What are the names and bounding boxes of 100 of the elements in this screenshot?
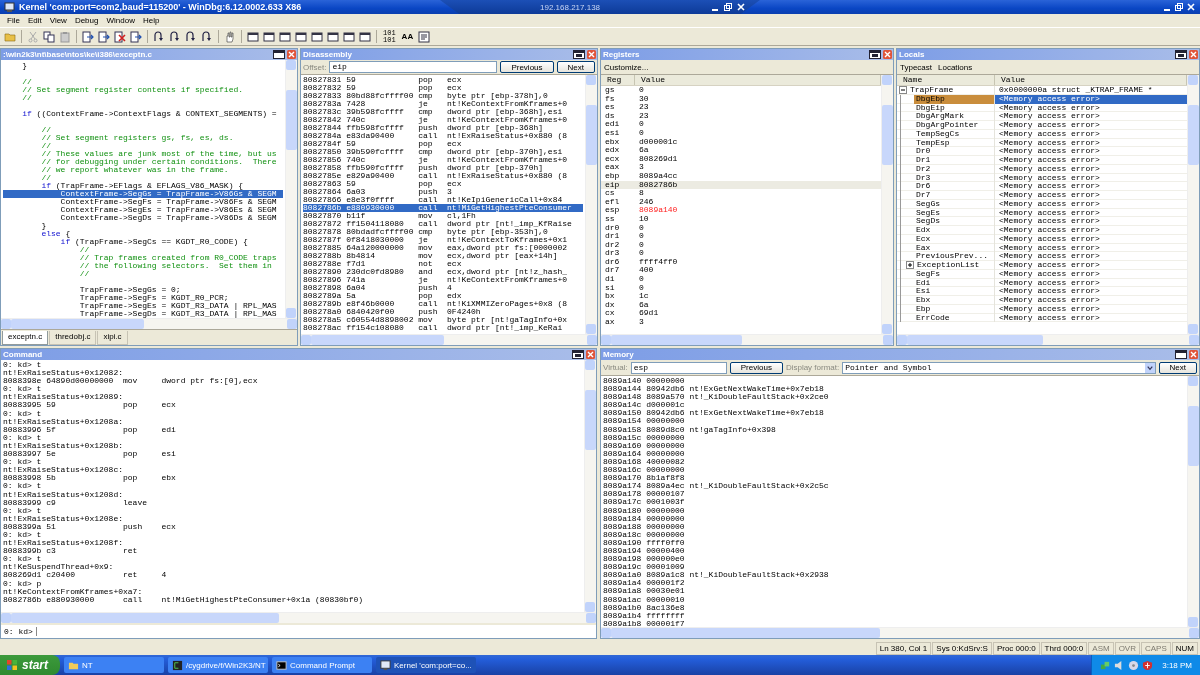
close-icon[interactable]	[736, 2, 746, 12]
variable-name[interactable]: Dr0	[914, 147, 933, 156]
curved-arrow-icon[interactable]	[152, 29, 166, 44]
start-button[interactable]: start	[0, 655, 60, 675]
vertical-scrollbar[interactable]	[881, 75, 893, 334]
previous-button[interactable]: Previous	[729, 361, 783, 374]
previous-button[interactable]: Previous	[500, 61, 554, 73]
variable-name[interactable]: DbgEbp	[914, 94, 994, 104]
expand-icon[interactable]	[906, 261, 914, 270]
dropdown-arrow-icon[interactable]	[1144, 362, 1155, 373]
variable-name[interactable]: Edi	[914, 278, 933, 288]
taskbar-button[interactable]: NT	[64, 657, 164, 673]
variable-name[interactable]: SegEs	[914, 208, 942, 218]
taskbar-button[interactable]: /cygdrive/f/Win2K3/NT	[168, 657, 268, 673]
address-field[interactable]: esp	[630, 361, 727, 374]
format-dropdown[interactable]: Pointer and Symbol	[842, 361, 1156, 374]
file-tab[interactable]: thredobj.c	[49, 331, 97, 345]
collapse-icon[interactable]	[899, 86, 907, 95]
vertical-scrollbar[interactable]	[585, 75, 597, 334]
window-icon[interactable]	[342, 29, 356, 44]
menu-item[interactable]: File	[3, 16, 24, 25]
options-icon[interactable]	[417, 29, 432, 44]
clipboard-icon[interactable]	[58, 29, 72, 44]
variable-name[interactable]: DbgArgMark	[914, 112, 966, 121]
variable-name[interactable]: Dr2	[914, 164, 933, 174]
file-tab[interactable]: xipi.c	[97, 331, 128, 345]
next-button[interactable]: Next	[556, 61, 595, 73]
menu-item[interactable]: View	[45, 16, 71, 25]
close-icon[interactable]	[1186, 2, 1196, 12]
dock-icon[interactable]	[1175, 50, 1187, 59]
variable-name[interactable]: TempSegCs	[914, 129, 962, 139]
variable-name[interactable]: ErrCode	[914, 313, 952, 323]
curved-arrow-icon[interactable]	[184, 29, 198, 44]
variable-name[interactable]: Esi	[914, 287, 933, 296]
window-icon[interactable]	[358, 29, 372, 44]
restore-icon[interactable]	[1174, 2, 1184, 12]
horizontal-scrollbar[interactable]	[601, 334, 893, 345]
shield-icon[interactable]	[1142, 659, 1154, 671]
curved-arrow-icon[interactable]	[200, 29, 214, 44]
variable-name[interactable]: Dr1	[914, 156, 933, 165]
variable-name[interactable]: DbgEip	[914, 103, 947, 113]
locals-menu-item[interactable]: Locations	[938, 62, 973, 72]
column-header[interactable]: Name	[897, 75, 995, 85]
menu-item[interactable]: Edit	[23, 16, 46, 25]
horizontal-scrollbar[interactable]	[1, 612, 596, 623]
variable-name[interactable]: SegDs	[914, 217, 942, 226]
window-icon[interactable]	[278, 29, 292, 44]
variable-name[interactable]: Ecx	[914, 234, 933, 244]
window-icon[interactable]	[294, 29, 308, 44]
variable-name[interactable]: ExceptionList	[915, 261, 982, 270]
curved-arrow-icon[interactable]	[168, 29, 182, 44]
offset-field[interactable]: eip	[329, 61, 498, 73]
variable-name[interactable]: Eax	[914, 243, 933, 253]
taskbar-button[interactable]: Kernel 'com:port=co...	[376, 657, 476, 673]
variable-name[interactable]: Edx	[914, 226, 933, 235]
vertical-scrollbar[interactable]	[285, 60, 297, 318]
variable-name[interactable]: Dr3	[914, 173, 933, 183]
menu-item[interactable]: Debug	[70, 16, 103, 25]
column-header[interactable]: Reg	[601, 75, 635, 85]
page-cross-icon[interactable]	[113, 29, 127, 44]
window-icon[interactable]	[310, 29, 324, 44]
horizontal-scrollbar[interactable]	[301, 334, 597, 345]
vertical-scrollbar[interactable]	[1187, 75, 1199, 334]
variable-name[interactable]: TempEsp	[914, 138, 952, 148]
horizontal-scrollbar[interactable]	[601, 627, 1199, 638]
window-icon[interactable]	[246, 29, 260, 44]
dock-icon[interactable]	[1175, 350, 1187, 359]
vertical-scrollbar[interactable]	[1187, 376, 1199, 627]
taskbar-button[interactable]: Command Prompt	[272, 657, 372, 673]
menu-item[interactable]: Window	[102, 16, 139, 25]
dock-icon[interactable]	[869, 50, 881, 59]
horizontal-scrollbar[interactable]	[1, 318, 297, 329]
window-icon[interactable]	[326, 29, 340, 44]
hand-icon[interactable]	[223, 29, 237, 44]
vertical-scrollbar[interactable]	[584, 360, 596, 612]
dock-icon[interactable]	[573, 50, 585, 59]
page-arrow-icon[interactable]	[129, 29, 143, 44]
next-button[interactable]: Next	[1158, 361, 1197, 374]
dock-icon[interactable]	[572, 350, 584, 359]
disc-icon[interactable]	[1128, 659, 1140, 671]
font-button[interactable]: AA	[399, 32, 416, 41]
variable-name[interactable]: SegFs	[914, 269, 942, 279]
variable-name[interactable]: Dr7	[914, 191, 933, 200]
variable-name[interactable]: Ebp	[914, 304, 933, 314]
dock-icon[interactable]	[273, 50, 285, 59]
variable-name[interactable]: SegGs	[914, 199, 942, 209]
variable-name[interactable]: Ebx	[914, 296, 933, 305]
variable-name[interactable]: DbgArgPointer	[914, 121, 981, 130]
page-arrow-icon[interactable]	[81, 29, 95, 44]
horizontal-scrollbar[interactable]	[897, 334, 1199, 345]
copy-icon[interactable]	[42, 29, 56, 44]
page-arrow-icon[interactable]	[97, 29, 111, 44]
locals-menu-item[interactable]: Typecast	[900, 62, 932, 72]
restore-icon[interactable]	[723, 2, 733, 12]
customize-link[interactable]: Customize...	[604, 62, 649, 72]
variable-name[interactable]: Dr6	[914, 182, 933, 191]
file-tab[interactable]: exceptn.c	[2, 331, 49, 345]
menu-item[interactable]: Help	[138, 16, 164, 25]
window-icon[interactable]	[262, 29, 276, 44]
variable-name[interactable]: PreviousPrev...	[914, 252, 990, 261]
